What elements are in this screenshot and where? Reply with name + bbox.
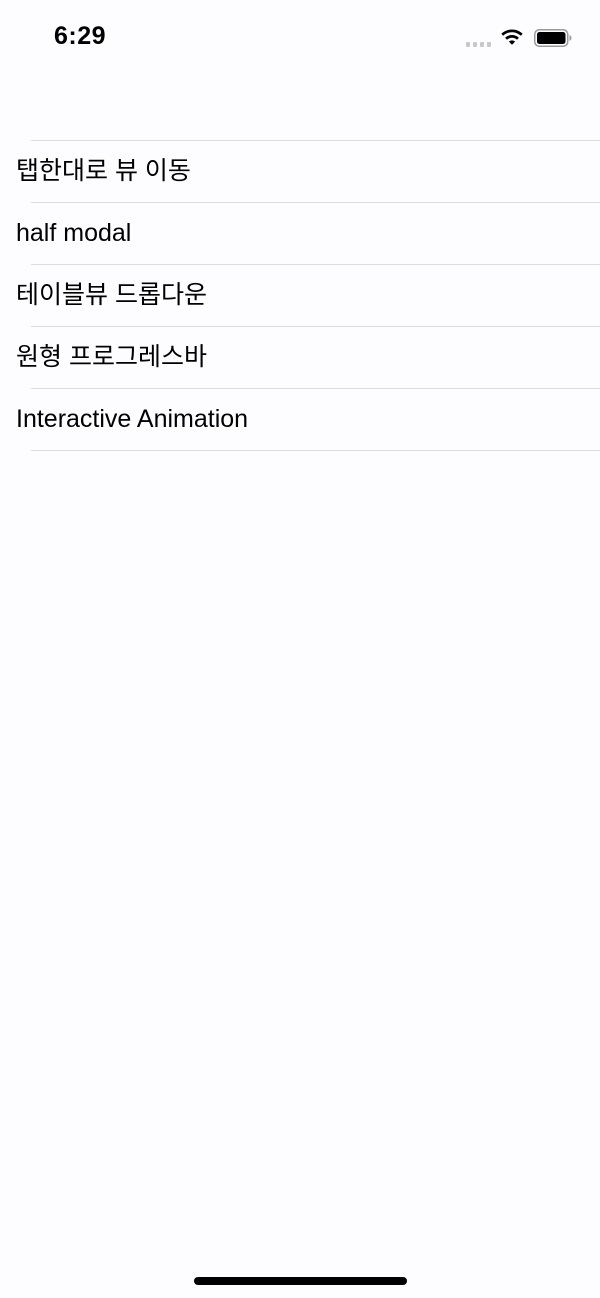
row-label: Interactive Animation — [16, 405, 249, 433]
status-bar: 6:29 — [0, 0, 600, 80]
home-indicator[interactable] — [194, 1277, 407, 1285]
battery-icon — [534, 29, 572, 47]
row-label: 테이블뷰 드롭다운 — [16, 281, 207, 309]
table-row-circular-progressbar[interactable]: 원형 프로그레스바 — [16, 327, 600, 389]
table-row-interactive-animation[interactable]: Interactive Animation — [16, 389, 600, 451]
cellular-signal-icon — [466, 42, 492, 47]
row-label: 원형 프로그레스바 — [16, 343, 207, 371]
row-label: half modal — [16, 219, 132, 247]
table-row-tableview-dropdown[interactable]: 테이블뷰 드롭다운 — [16, 265, 600, 327]
menu-table: 탭한대로 뷰 이동 half modal 테이블뷰 드롭다운 원형 프로그레스바… — [0, 140, 600, 451]
wifi-icon — [501, 29, 523, 45]
table-row-half-modal[interactable]: half modal — [16, 203, 600, 265]
status-time: 6:29 — [54, 22, 107, 50]
row-label: 탭한대로 뷰 이동 — [16, 157, 191, 185]
table-row-tap-view-move[interactable]: 탭한대로 뷰 이동 — [16, 141, 600, 203]
